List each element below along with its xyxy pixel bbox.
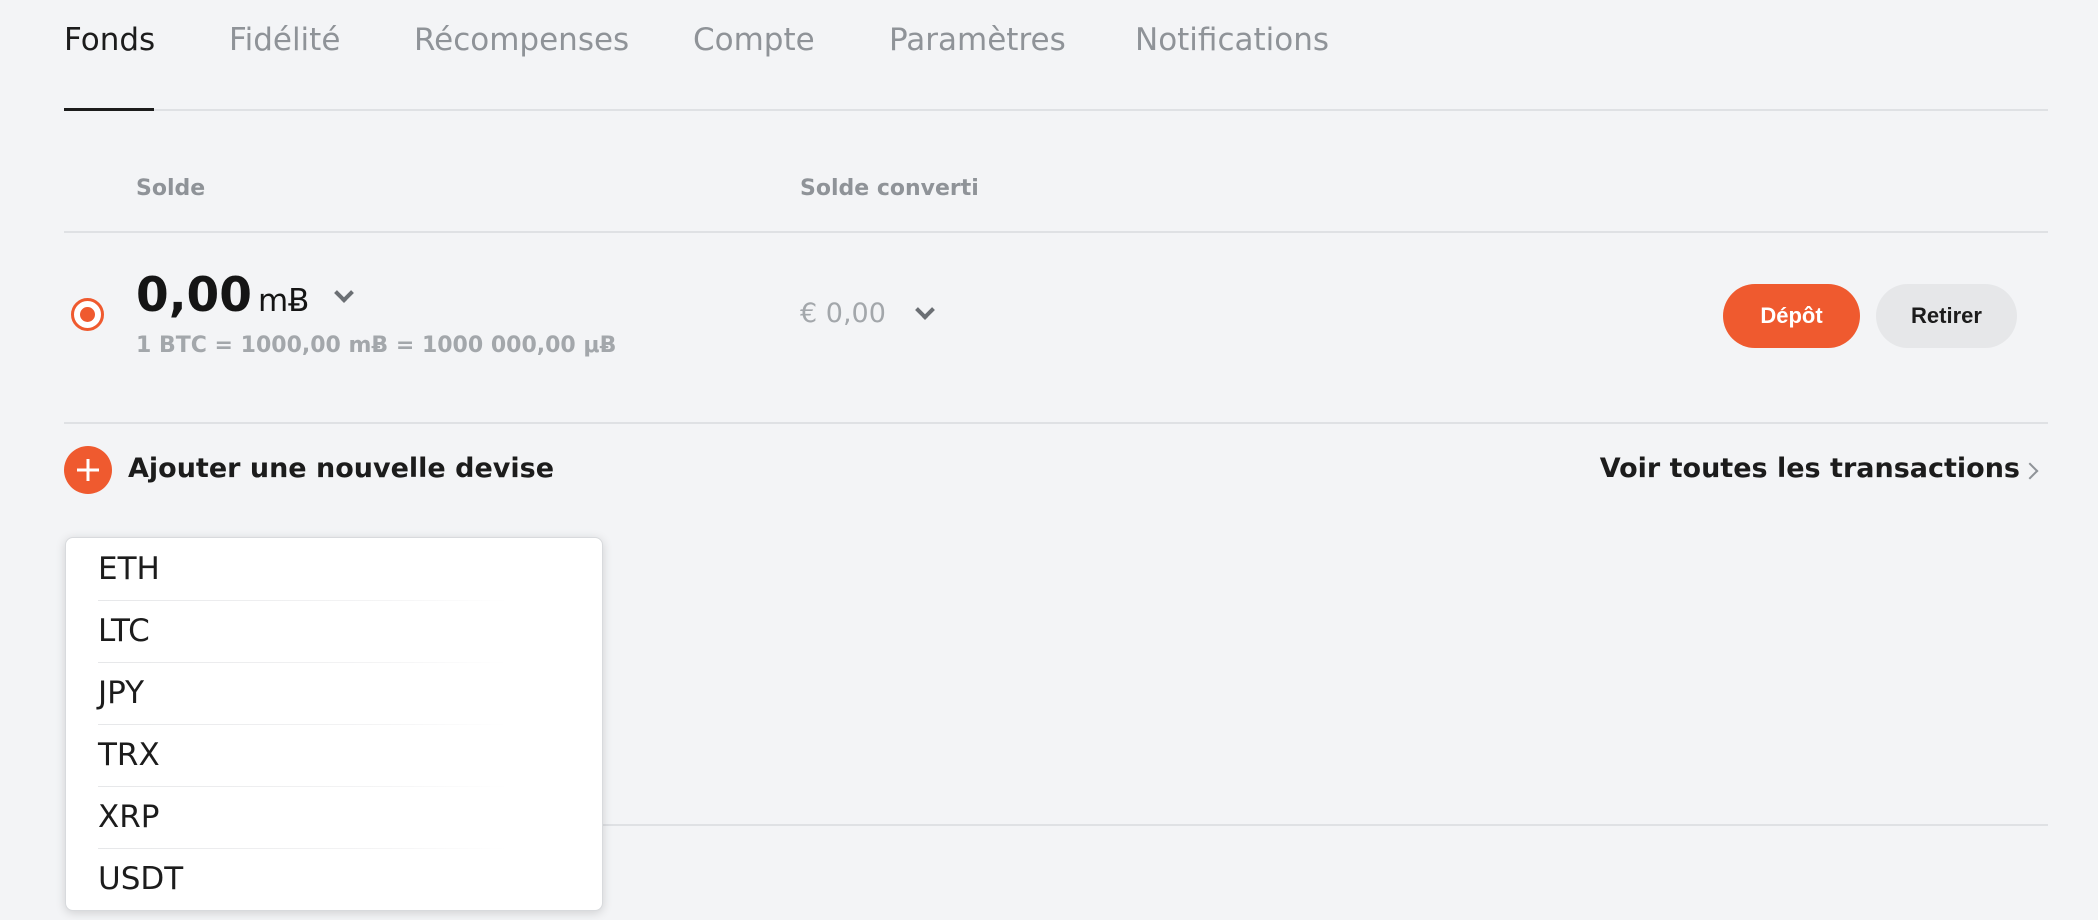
currency-option-xrp[interactable]: XRP xyxy=(98,786,159,848)
active-tab-indicator xyxy=(64,108,154,111)
section-divider xyxy=(603,824,2048,826)
tab-funds-label: Fonds xyxy=(64,22,156,58)
balance-value: 0,00 xyxy=(136,268,252,323)
currency-option-ltc[interactable]: LTC xyxy=(98,600,150,662)
balance-unit: mɃ xyxy=(257,283,310,319)
tab-bar: Fonds Fidélité Récompenses Compte Paramè… xyxy=(64,0,2048,111)
converted-balance-column-header: Solde converti xyxy=(800,176,979,201)
tab-settings-label: Paramètres xyxy=(889,22,1066,58)
converted-balance: € 0,00 xyxy=(800,298,886,329)
wallet-funds-page: Fonds Fidélité Récompenses Compte Paramè… xyxy=(0,0,2098,920)
option-divider xyxy=(98,786,508,787)
currency-select-radio[interactable] xyxy=(71,298,104,331)
option-divider xyxy=(98,600,508,601)
balance-column-header: Solde xyxy=(136,176,206,201)
conversion-rate-text: 1 BTC = 1000,00 mɃ = 1000 000,00 μɃ xyxy=(136,333,617,358)
tab-rewards[interactable]: Récompenses xyxy=(414,22,629,58)
radio-selected-dot xyxy=(80,307,95,322)
currency-option-usdt[interactable]: USDT xyxy=(98,848,183,910)
tab-settings[interactable]: Paramètres xyxy=(889,22,1066,58)
tab-account-label: Compte xyxy=(693,22,815,58)
add-currency-plus-icon[interactable] xyxy=(64,446,112,494)
unit-dropdown-chevron-icon[interactable] xyxy=(334,283,354,303)
withdraw-button[interactable]: Retirer xyxy=(1876,284,2017,348)
tab-notifications[interactable]: Notifications xyxy=(1135,22,1329,58)
tab-loyalty[interactable]: Fidélité xyxy=(229,22,340,58)
view-all-transactions-link[interactable]: Voir toutes les transactions xyxy=(1600,453,2020,484)
option-divider xyxy=(98,662,508,663)
tab-rewards-label: Récompenses xyxy=(414,22,630,58)
chevron-right-icon xyxy=(2021,462,2039,480)
add-currency-link[interactable]: Ajouter une nouvelle devise xyxy=(128,453,554,484)
currency-dropdown-menu: ETH LTC JPY TRX XRP USDT xyxy=(65,537,603,911)
header-divider xyxy=(64,231,2048,233)
tab-notifications-label: Notifications xyxy=(1135,22,1330,58)
tab-account[interactable]: Compte xyxy=(693,22,815,58)
tab-funds[interactable]: Fonds xyxy=(64,22,155,58)
currency-option-eth[interactable]: ETH xyxy=(98,538,160,600)
currency-option-trx[interactable]: TRX xyxy=(98,724,160,786)
deposit-button[interactable]: Dépôt xyxy=(1723,284,1860,348)
currency-option-jpy[interactable]: JPY xyxy=(98,662,144,724)
fiat-dropdown-chevron-icon[interactable] xyxy=(915,300,935,320)
balance-amount: 0,00 mɃ xyxy=(136,268,309,323)
tab-loyalty-label: Fidélité xyxy=(229,22,341,58)
row-divider xyxy=(64,422,2048,424)
